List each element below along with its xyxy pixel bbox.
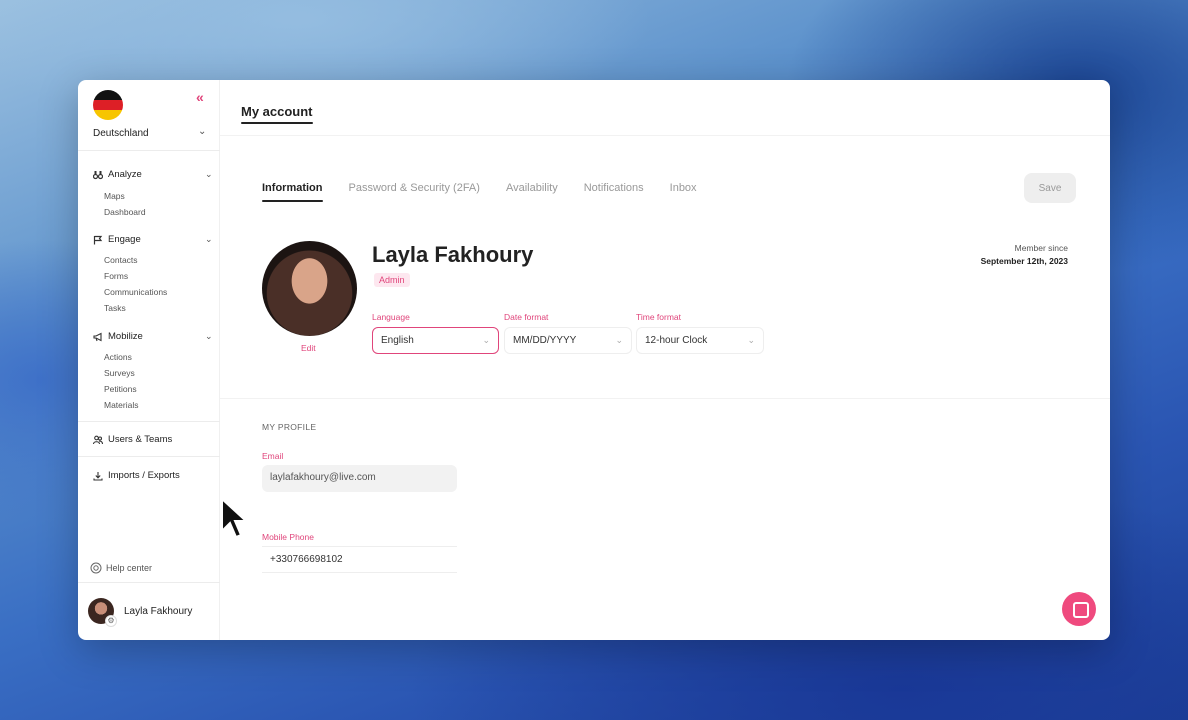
nav-item-petitions[interactable]: Petitions: [104, 384, 137, 394]
member-since-label: Member since: [1014, 243, 1068, 253]
chevron-down-icon[interactable]: ⌄: [205, 331, 213, 342]
user-menu[interactable]: ⚙ Layla Fakhoury: [88, 598, 193, 627]
page-title-underline: [241, 122, 313, 124]
nav-item-surveys[interactable]: Surveys: [104, 368, 135, 378]
country-selector[interactable]: Deutschland: [93, 128, 149, 139]
save-button[interactable]: Save: [1024, 173, 1076, 203]
tab-notifications[interactable]: Notifications: [584, 182, 644, 194]
edit-avatar-link[interactable]: Edit: [301, 343, 316, 353]
nav-item-actions[interactable]: Actions: [104, 352, 132, 362]
nav-item-forms[interactable]: Forms: [104, 271, 128, 281]
date-format-select[interactable]: MM/DD/YYYY ⌄: [504, 327, 632, 354]
tab-availability[interactable]: Availability: [506, 182, 558, 194]
nav-item-dashboard[interactable]: Dashboard: [104, 207, 146, 217]
divider: [78, 582, 220, 583]
chevron-down-icon: ⌄: [747, 335, 755, 345]
member-since-date: September 12th, 2023: [980, 256, 1068, 266]
mouse-cursor-icon: [221, 497, 248, 539]
profile-avatar[interactable]: [262, 241, 357, 336]
help-center-link[interactable]: Help center: [90, 562, 152, 574]
top-bar: My account: [220, 80, 1110, 136]
email-label: Email: [262, 451, 284, 461]
nav-item-contacts[interactable]: Contacts: [104, 255, 138, 265]
mobile-phone-field[interactable]: +330766698102: [262, 546, 457, 573]
chat-support-button[interactable]: [1062, 592, 1096, 626]
language-label: Language: [372, 312, 410, 322]
help-center-label: Help center: [106, 563, 153, 573]
germany-flag-icon[interactable]: [93, 90, 123, 120]
flag-icon: [93, 235, 103, 244]
nav-item-tasks[interactable]: Tasks: [104, 303, 126, 313]
app-window: « Deutschland ⌄ Analyze ⌄ Maps Dashboard…: [78, 80, 1110, 640]
language-select[interactable]: English ⌄: [372, 327, 499, 354]
time-format-label: Time format: [636, 312, 682, 322]
tab-password-security[interactable]: Password & Security (2FA): [349, 182, 480, 194]
tab-bar: Information Password & Security (2FA) Av…: [262, 182, 697, 202]
nav-section-engage[interactable]: Engage ⌄: [93, 234, 213, 245]
language-value: English: [381, 335, 414, 346]
profile-name: Layla Fakhoury: [372, 242, 534, 267]
mobile-phone-label: Mobile Phone: [262, 532, 314, 542]
user-name: Layla Fakhoury: [124, 605, 193, 617]
email-field[interactable]: laylafakhoury@live.com: [262, 465, 457, 492]
divider: [78, 150, 220, 151]
nav-label: Imports / Exports: [108, 470, 180, 481]
nav-imports-exports[interactable]: Imports / Exports: [93, 470, 213, 481]
chevron-down-icon[interactable]: ⌄: [198, 126, 206, 137]
megaphone-icon: [93, 332, 102, 341]
time-format-value: 12-hour Clock: [645, 335, 708, 346]
chevron-down-icon: ⌄: [482, 335, 490, 345]
nav-item-maps[interactable]: Maps: [104, 191, 125, 201]
nav-section-analyze[interactable]: Analyze ⌄: [93, 169, 213, 180]
collapse-sidebar-icon[interactable]: «: [196, 89, 204, 105]
gear-icon: ⚙: [105, 615, 117, 627]
page-title: My account: [241, 104, 313, 119]
divider: [78, 456, 220, 457]
nav-item-materials[interactable]: Materials: [104, 400, 138, 410]
nav-section-mobilize[interactable]: Mobilize ⌄: [93, 331, 213, 342]
divider: [78, 421, 220, 422]
nav-label: Users & Teams: [108, 434, 173, 445]
section-divider: [220, 398, 1110, 399]
date-format-label: Date format: [504, 312, 549, 322]
users-icon: [93, 435, 103, 444]
chevron-down-icon[interactable]: ⌄: [205, 234, 213, 245]
role-badge: Admin: [374, 273, 410, 287]
tab-information[interactable]: Information: [262, 182, 323, 202]
chevron-down-icon[interactable]: ⌄: [205, 169, 213, 180]
my-profile-heading: MY PROFILE: [262, 422, 317, 432]
nav-item-communications[interactable]: Communications: [104, 287, 167, 297]
binoculars-icon: [93, 170, 103, 179]
nav-section-label: Mobilize: [108, 331, 143, 342]
nav-section-label: Analyze: [108, 169, 142, 180]
time-format-select[interactable]: 12-hour Clock ⌄: [636, 327, 764, 354]
lifebuoy-icon: [90, 562, 102, 574]
chevron-down-icon: ⌄: [615, 335, 623, 345]
avatar: ⚙: [88, 598, 117, 627]
nav-users-teams[interactable]: Users & Teams: [93, 434, 213, 445]
tab-inbox[interactable]: Inbox: [670, 182, 697, 194]
date-format-value: MM/DD/YYYY: [513, 335, 577, 346]
sidebar: « Deutschland ⌄ Analyze ⌄ Maps Dashboard…: [78, 80, 220, 640]
nav-section-label: Engage: [108, 234, 141, 245]
download-icon: [93, 471, 103, 481]
